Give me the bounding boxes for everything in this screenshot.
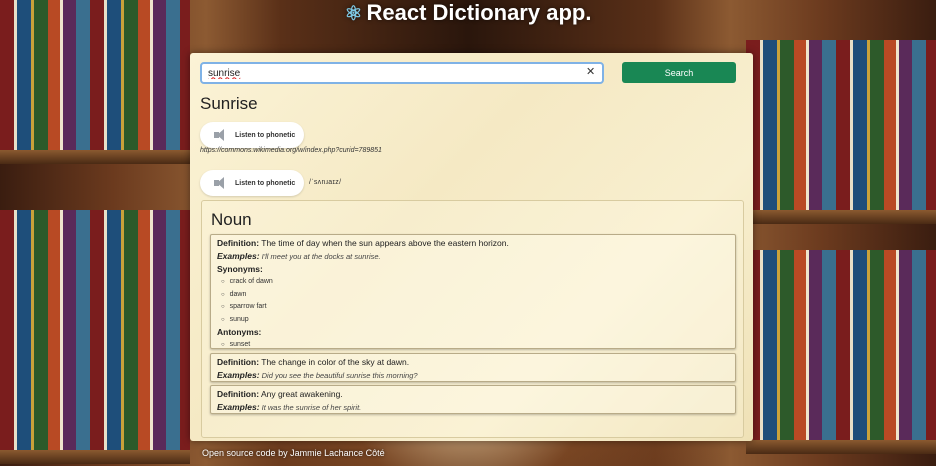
app-title: ⚛ React Dictionary app. <box>0 0 936 27</box>
react-logo-icon: ⚛ <box>344 3 363 25</box>
synonym-item: crack of dawn <box>221 276 729 289</box>
synonym-item: sparrow fart <box>221 301 729 314</box>
listen-phonetic-button-2[interactable]: Listen to phonetic <box>200 170 304 196</box>
listen-phonetic-button-1[interactable]: Listen to phonetic <box>200 122 304 148</box>
synonym-item: dawn <box>221 289 729 302</box>
antonyms-label: Antonyms: <box>217 327 262 337</box>
example-line: Examples: Did you see the beautiful sunr… <box>217 369 729 382</box>
bookshelf-right <box>746 0 936 466</box>
speaker-icon <box>214 129 228 141</box>
definition-line: Definition: Any great awakening. <box>217 388 729 401</box>
definition-label: Definition: <box>217 238 260 248</box>
listen-phonetic-label: Listen to phonetic <box>235 131 296 139</box>
definition-card-2: Definition: The change in color of the s… <box>210 353 736 382</box>
app-title-text: React Dictionary app. <box>366 0 592 25</box>
definition-line: Definition: The time of day when the sun… <box>217 237 729 250</box>
synonym-item: sunup <box>221 314 729 327</box>
definition-label: Definition: <box>217 389 260 399</box>
definition-label: Definition: <box>217 357 260 367</box>
example-line: Examples: It was the sunrise of her spir… <box>217 401 729 414</box>
definition-card-1: Definition: The time of day when the sun… <box>210 234 736 349</box>
synonyms-list: crack of dawn dawn sparrow fart sunup <box>217 276 729 326</box>
antonyms-list: sunset <box>217 339 729 352</box>
example-text: I'll meet you at the docks at sunrise. <box>261 252 381 261</box>
footer: Open source code by Jammie Lachance Côté <box>202 448 385 458</box>
phonetic-audio-url: https://commons.wikimedia.org/w/index.ph… <box>200 147 382 154</box>
speaker-icon <box>214 177 228 189</box>
listen-phonetic-label: Listen to phonetic <box>235 179 296 187</box>
search-input[interactable] <box>200 62 604 84</box>
synonyms-label: Synonyms: <box>217 264 263 274</box>
search-form: ✕ Search <box>200 62 736 84</box>
definition-line: Definition: The change in color of the s… <box>217 356 729 369</box>
example-line: Examples: I'll meet you at the docks at … <box>217 250 729 263</box>
search-button[interactable]: Search <box>622 62 736 83</box>
example-label: Examples: <box>217 251 260 261</box>
bookshelf-left <box>0 0 190 466</box>
example-label: Examples: <box>217 370 260 380</box>
example-label: Examples: <box>217 402 260 412</box>
example-text: Did you see the beautiful sunrise this m… <box>261 371 418 380</box>
clear-search-icon[interactable]: ✕ <box>586 65 595 78</box>
definition-card-3: Definition: Any great awakening. Example… <box>210 385 736 414</box>
part-of-speech: Noun <box>211 210 252 229</box>
antonym-item: sunset <box>221 339 729 352</box>
example-text: It was the sunrise of her spirit. <box>261 403 362 412</box>
dictionary-card: ✕ Search Sunrise Listen to phonetic http… <box>190 53 753 441</box>
definition-text: The change in color of the sky at dawn. <box>261 357 410 367</box>
phonetic-text: /ˈsʌnɹaɪz/ <box>309 179 342 186</box>
result-word: Sunrise <box>200 94 258 113</box>
open-source-link[interactable]: Open source code <box>202 448 276 458</box>
footer-separator: by <box>278 448 288 458</box>
definition-text: Any great awakening. <box>260 389 343 399</box>
definition-text: The time of day when the sun appears abo… <box>261 238 509 248</box>
meaning-section: Noun Definition: The time of day when th… <box>201 200 744 438</box>
footer-author: Jammie Lachance Côté <box>290 448 385 458</box>
